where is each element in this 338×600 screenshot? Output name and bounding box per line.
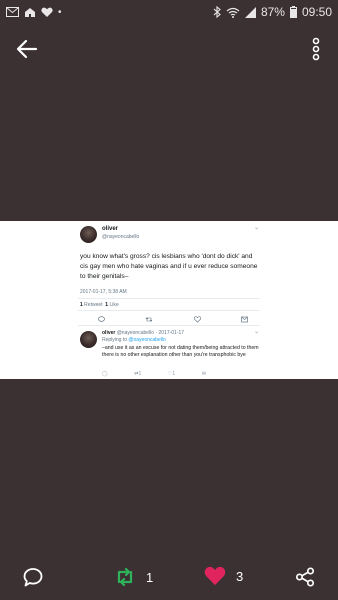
tweet-screenshot-image[interactable]: oliver @nayeoncabello ⌄ you know what's …: [0, 221, 338, 379]
status-bar: • 87% 09:50: [0, 0, 338, 24]
heart-icon: [193, 316, 201, 323]
retweet-button[interactable]: 1: [114, 566, 153, 588]
divider: [78, 310, 260, 311]
like-button[interactable]: 3: [204, 566, 243, 586]
replying-mention: @nayeoncabello: [128, 337, 166, 343]
reply-icon: ◯: [102, 371, 108, 377]
tweet-author-name: oliver: [102, 226, 119, 232]
replying-prefix: Replying to: [102, 337, 128, 343]
reply-like-count: 1: [172, 371, 176, 377]
comment-button[interactable]: [22, 566, 44, 588]
comment-icon: [23, 568, 43, 587]
share-button[interactable]: [294, 566, 316, 588]
chevron-down-icon: ⌄: [254, 225, 260, 231]
notification-dot: •: [58, 6, 62, 18]
reply-icon: [98, 316, 105, 322]
tweet-stats: 1 Retweet 1 Like: [80, 302, 119, 308]
tweet-action-row: [98, 316, 248, 323]
tweet-timestamp: 2017-01-17, 5:38 AM: [80, 289, 127, 295]
reply-author-name: oliver: [102, 330, 116, 336]
like-count: 1: [105, 302, 109, 308]
like-label: Like: [109, 302, 119, 308]
divider: [78, 325, 260, 326]
reply-like-stat: ♡1: [167, 371, 176, 377]
mail-icon: [6, 7, 19, 17]
retweet-count: 1: [146, 569, 154, 585]
share-icon: [295, 567, 315, 587]
battery-icon: [289, 6, 297, 18]
message-icon: [241, 316, 248, 323]
reply-retweet-stat: ⇄1: [134, 371, 142, 377]
reply-retweet-count: 1: [138, 371, 142, 377]
top-bar: [0, 24, 338, 72]
tweet-author-handle: @nayeoncabello: [102, 234, 140, 240]
retweet-count: 1: [80, 302, 83, 308]
chevron-down-icon: ⌄: [254, 329, 260, 335]
reply-text: –and use it as an excuse for not dating …: [102, 345, 259, 358]
back-button[interactable]: [14, 36, 40, 62]
heart-status-icon: [41, 7, 53, 17]
more-options-button[interactable]: [308, 36, 324, 62]
divider: [78, 298, 260, 299]
reply-author-meta: @nayeoncabello · 2017-01-17: [116, 330, 185, 336]
home-icon: [25, 7, 35, 17]
signal-icon: [244, 6, 256, 18]
avatar: [80, 226, 97, 243]
wifi-icon: [226, 7, 240, 18]
battery-percent: 87%: [260, 5, 285, 19]
heart-icon: [204, 566, 226, 586]
message-icon: ✉: [201, 371, 206, 377]
retweet-label: Retweet: [84, 302, 103, 308]
more-vertical-icon: [312, 37, 320, 61]
bottom-action-bar: 1 3: [0, 556, 338, 600]
retweet-icon: [146, 317, 153, 322]
like-count: 3: [236, 568, 244, 584]
avatar: [80, 331, 97, 348]
tweet-text: you know what's gross? cis lesbians who …: [80, 253, 258, 280]
replying-to-line: Replying to @nayeoncabello: [102, 337, 166, 343]
reply-header: oliver @nayeoncabello · 2017-01-17: [102, 330, 184, 336]
bluetooth-icon: [213, 6, 221, 18]
retweet-icon: [117, 567, 133, 587]
clock: 09:50: [301, 5, 332, 19]
reply-action-row: ◯ ⇄1 ♡1 ✉: [102, 371, 206, 377]
arrow-left-icon: [16, 39, 38, 59]
